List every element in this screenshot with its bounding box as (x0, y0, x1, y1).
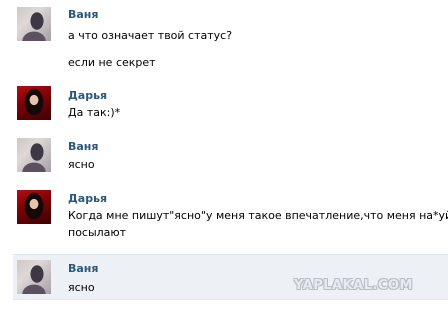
message: Ваня ясно (13, 136, 448, 178)
message-text: если не секрет (68, 56, 156, 69)
message: Ваня а что означает твой статус? если не… (13, 4, 448, 76)
message-text: ясно (68, 281, 95, 294)
watermark: YAPLAKAL.COM (294, 278, 413, 293)
vanya-avatar[interactable] (17, 7, 51, 41)
author-name[interactable]: Ваня (68, 262, 98, 275)
message-text: а что означает твой статус? (68, 29, 233, 42)
message-dialog: Ваня а что означает твой статус? если не… (0, 0, 448, 315)
author-name[interactable]: Ваня (68, 140, 98, 153)
message: Дарья Когда мне пишут"ясно"у меня такое … (13, 188, 448, 248)
message-text: ясно (68, 158, 95, 171)
message-text: Да так:)* (68, 106, 121, 119)
message: Дарья Да так:)* (13, 84, 448, 126)
vanya-avatar[interactable] (17, 260, 51, 294)
darya-avatar[interactable] (17, 86, 51, 120)
message-text: посылают (68, 226, 127, 239)
vanya-avatar[interactable] (17, 138, 51, 172)
message-text: Когда мне пишут"ясно"у меня такое впечат… (68, 209, 448, 222)
author-name[interactable]: Дарья (68, 192, 107, 205)
author-name[interactable]: Дарья (68, 89, 107, 102)
darya-avatar[interactable] (17, 190, 51, 224)
author-name[interactable]: Ваня (68, 8, 98, 21)
